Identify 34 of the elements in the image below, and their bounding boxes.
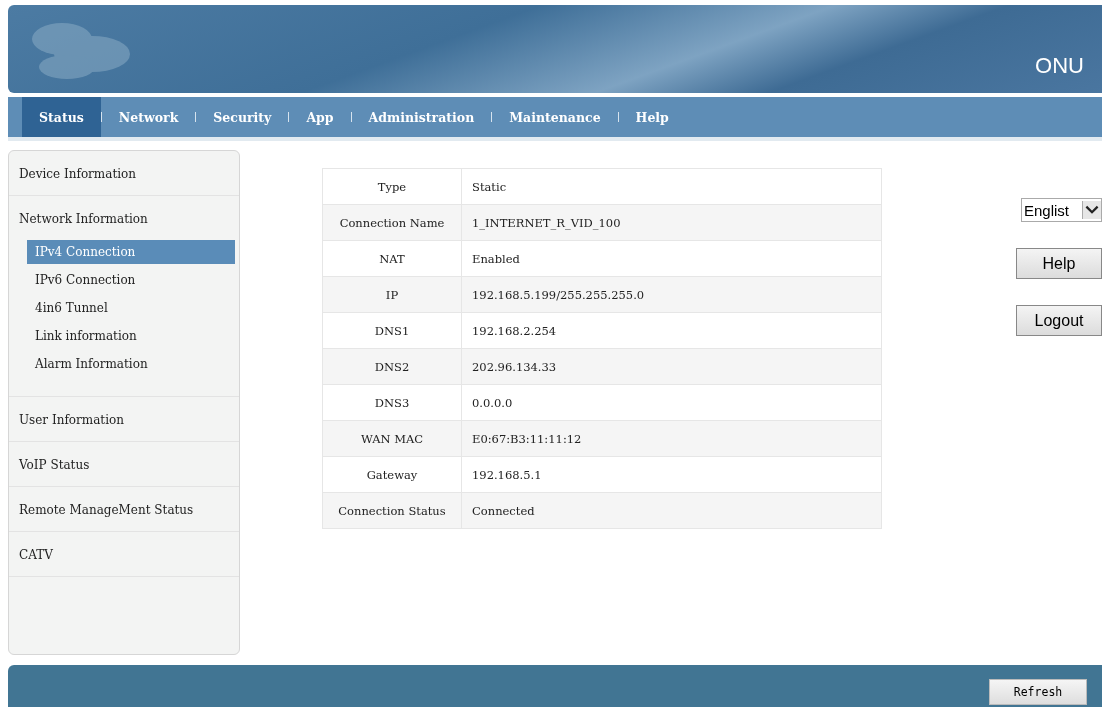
field-value: 1_INTERNET_R_VID_100	[461, 204, 882, 241]
sidebar-item[interactable]: User Information	[9, 397, 239, 441]
sidebar-item[interactable]: Device Information	[9, 151, 239, 195]
field-label: IP	[322, 276, 462, 313]
sidebar-item[interactable]: Network Information	[9, 196, 239, 240]
sidebar-subitem[interactable]: Link information	[27, 324, 235, 348]
sidebar-item[interactable]: Remote ManageMent Status	[9, 487, 239, 531]
sidebar-item[interactable]: VoIP Status	[9, 442, 239, 486]
field-value: 202.96.134.33	[461, 348, 882, 385]
sidebar-subitem[interactable]: IPv6 Connection	[27, 268, 235, 292]
action-button[interactable]: Help	[1016, 248, 1102, 279]
nav-tab[interactable]: Maintenance	[492, 97, 618, 137]
nav-tab[interactable]: Administration	[351, 97, 492, 137]
chevron-down-icon	[1082, 201, 1101, 219]
language-select[interactable]: Englist	[1021, 198, 1102, 222]
field-label: DNS2	[322, 348, 462, 385]
field-label: Connection Name	[322, 204, 462, 241]
field-label: Connection Status	[322, 492, 462, 529]
field-value: 192.168.5.199/255.255.255.0	[461, 276, 882, 313]
field-value: Connected	[461, 492, 882, 529]
sidebar-subitem[interactable]: Alarm Information	[27, 352, 235, 376]
nav-tab[interactable]: Network	[101, 97, 196, 137]
nav-tab[interactable]: Status	[22, 97, 101, 137]
refresh-button[interactable]: Refresh	[989, 679, 1087, 705]
product-name: ONU	[1035, 53, 1084, 79]
nav-tab[interactable]: Security	[196, 97, 289, 137]
sidebar-item[interactable]: CATV	[9, 532, 239, 576]
nav-tab[interactable]: App	[289, 97, 351, 137]
nav-tab[interactable]: Help	[618, 97, 686, 137]
field-value: E0:67:B3:11:11:12	[461, 420, 882, 457]
action-button[interactable]: Logout	[1016, 305, 1102, 336]
sidebar-subitem[interactable]: 4in6 Tunnel	[27, 296, 235, 320]
field-label: WAN MAC	[322, 420, 462, 457]
sidebar-subitem[interactable]: IPv4 Connection	[27, 240, 235, 264]
